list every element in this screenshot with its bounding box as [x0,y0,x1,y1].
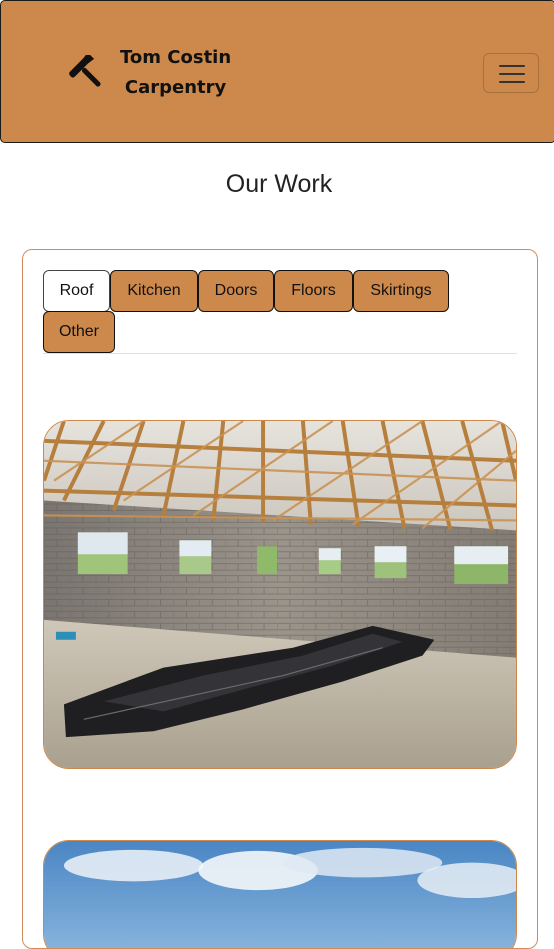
navbar: Tom Costin Carpentry [0,0,554,143]
tab-doors[interactable]: Doors [198,270,274,312]
tab-other[interactable]: Other [43,311,115,353]
tab-kitchen[interactable]: Kitchen [110,270,198,312]
gallery-card: Roof Kitchen Doors Floors Skirtings Othe… [22,249,538,949]
brand-name-line1: Tom Costin [120,47,232,68]
sky-image [44,841,516,948]
brand-name-line2: Carpentry [124,77,227,98]
hammer-icon [69,55,101,87]
tab-floors[interactable]: Floors [274,270,353,312]
brand-link[interactable]: Tom Costin Carpentry [69,43,231,103]
page-title: Our Work [225,170,333,198]
roof-trusses-image [44,421,516,768]
gallery-photo-sky[interactable] [43,840,517,948]
tab-roof[interactable]: Roof [43,270,110,312]
menu-toggle-button[interactable] [483,53,539,93]
gallery-photo-roof[interactable] [43,420,517,769]
tab-skirtings[interactable]: Skirtings [353,270,449,312]
brand-name: Tom Costin Carpentry [120,43,231,103]
category-tabs: Roof Kitchen Doors Floors Skirtings Othe… [43,270,517,354]
